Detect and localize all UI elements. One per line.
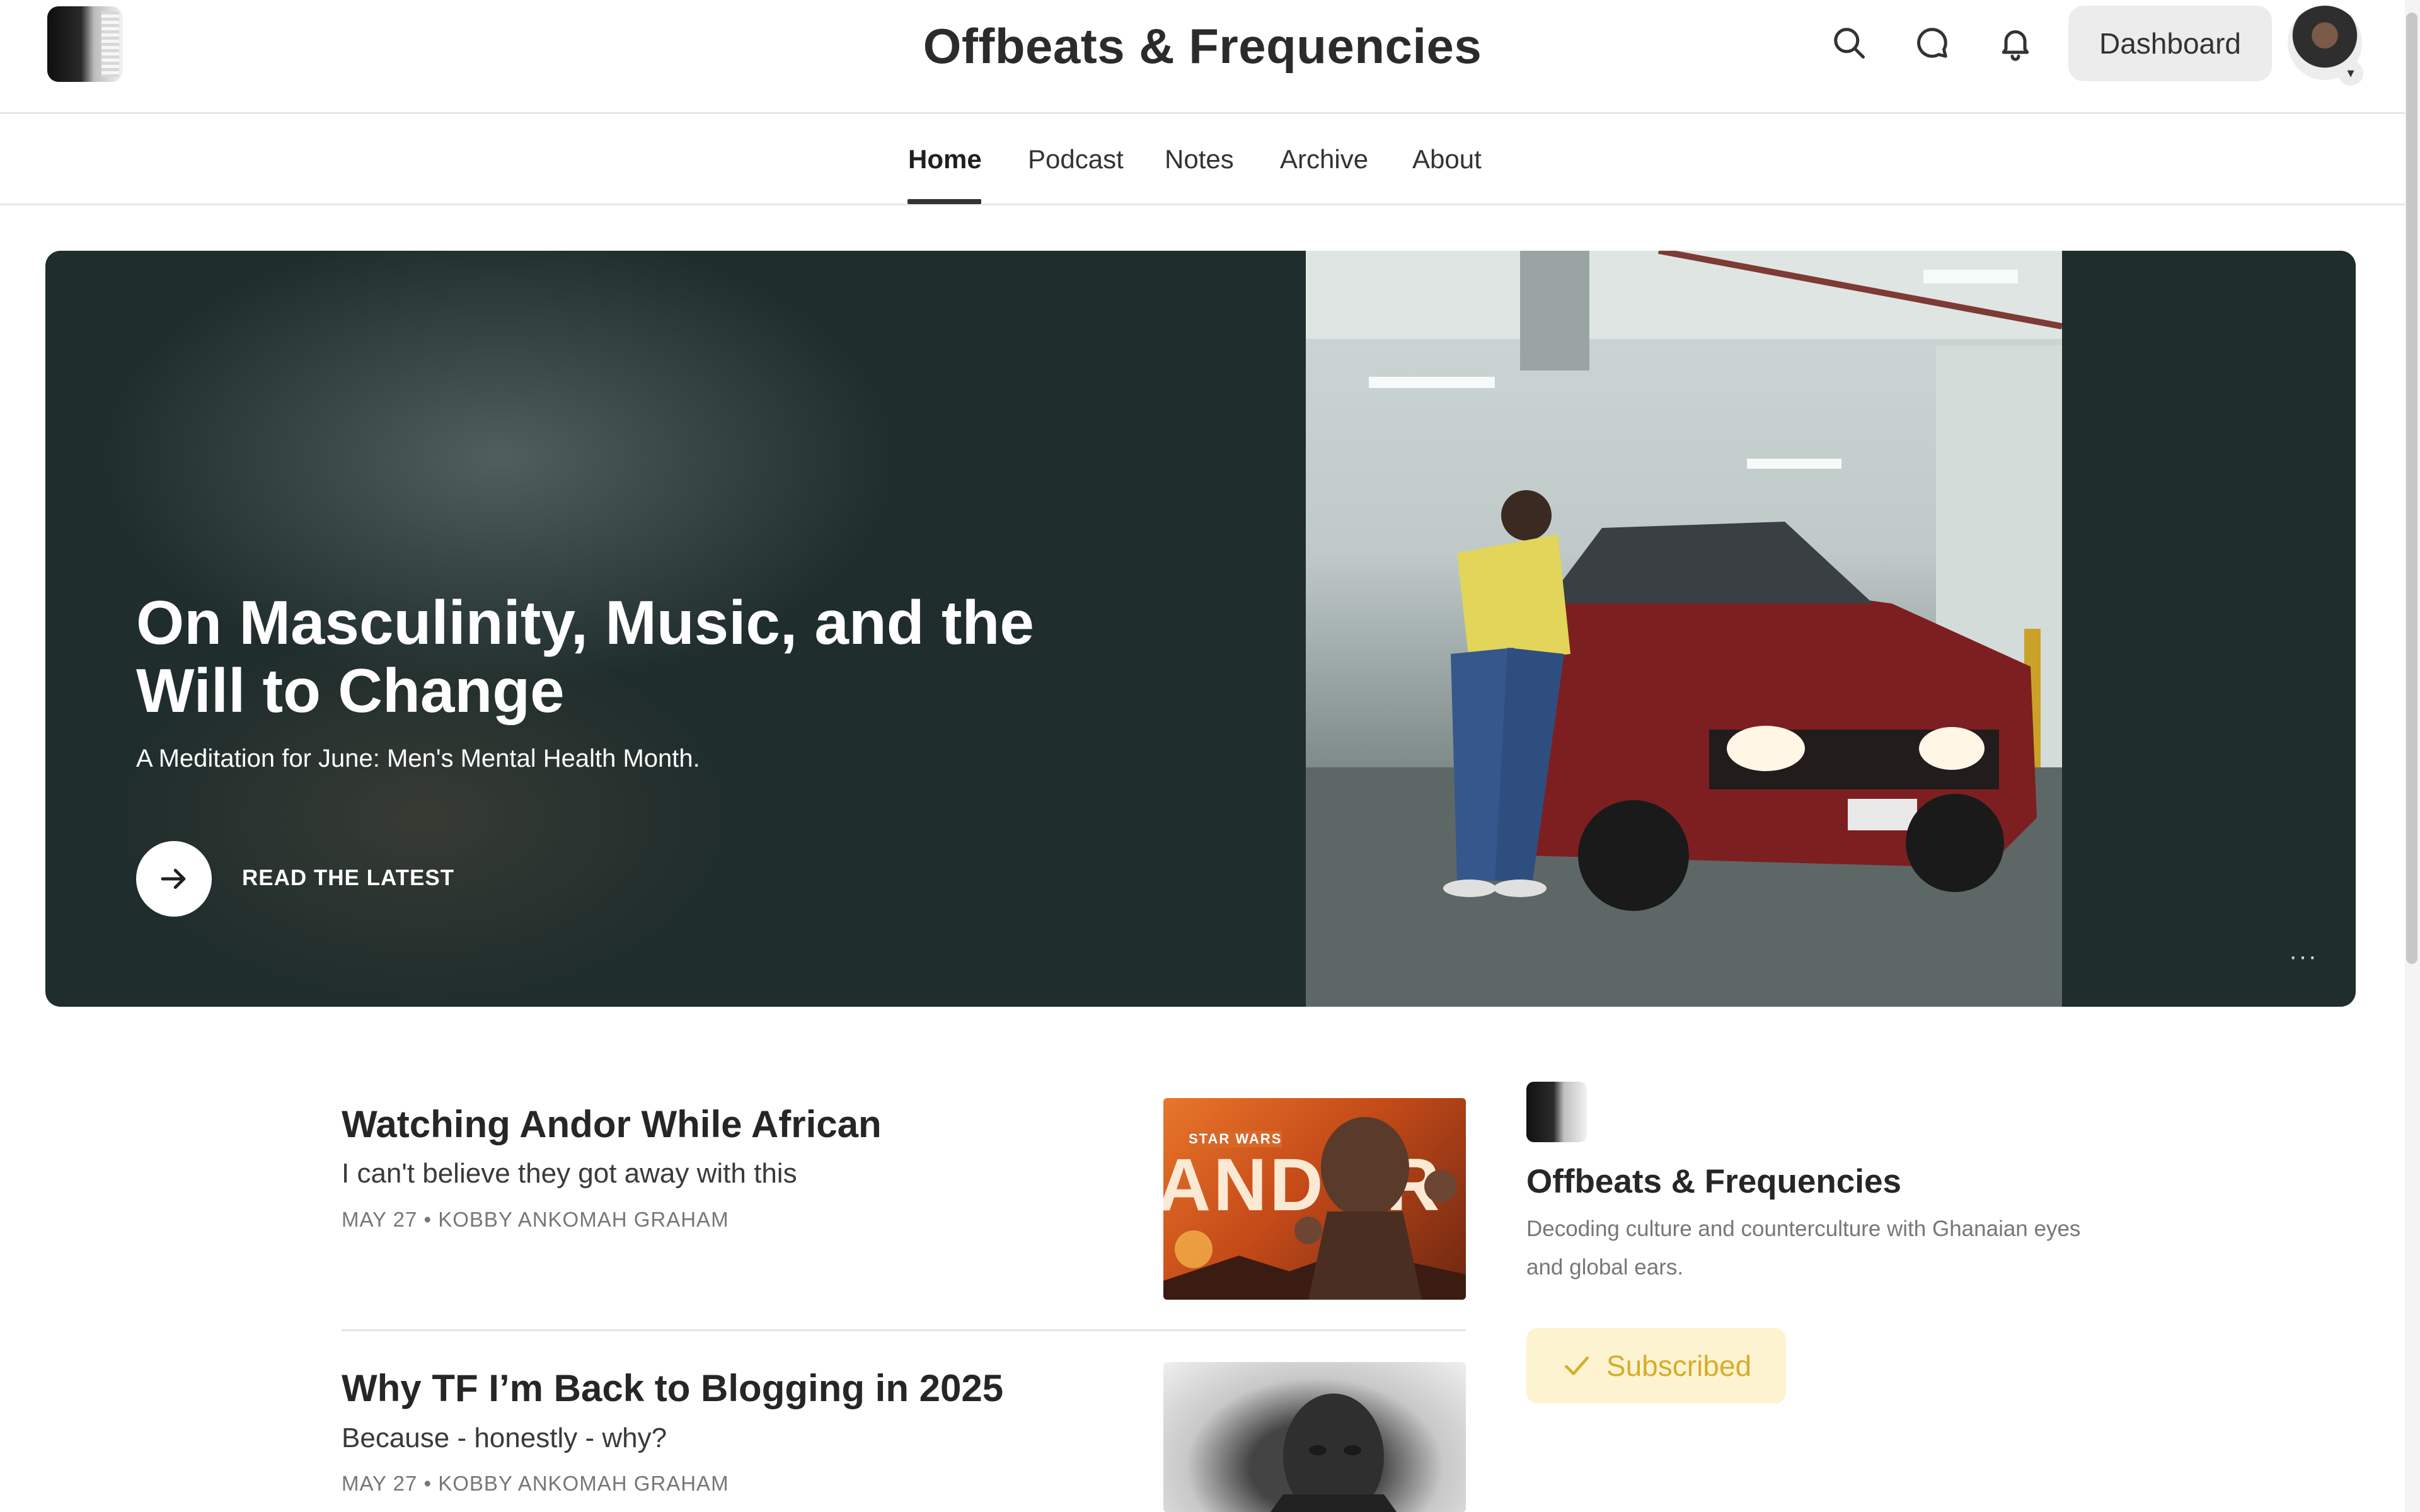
more-options-icon[interactable]: ···	[2289, 942, 2318, 971]
tab-podcast[interactable]: Podcast	[1028, 144, 1124, 175]
publication-name[interactable]: Offbeats & Frequencies	[1526, 1162, 1901, 1201]
post-meta: MAY 27 • KOBBY ANKOMAH GRAHAM	[342, 1472, 729, 1495]
chat-icon[interactable]	[1910, 20, 1955, 66]
subscribed-button[interactable]: Subscribed	[1526, 1328, 1786, 1404]
post-divider	[342, 1329, 1466, 1331]
tab-home[interactable]: Home	[908, 144, 982, 175]
nav-bar: Home Podcast Notes Archive About	[0, 114, 2405, 205]
tab-about[interactable]: About	[1412, 144, 1482, 175]
dashboard-button[interactable]: Dashboard	[2068, 6, 2272, 81]
arrow-right-icon	[161, 869, 186, 889]
post-thumbnail[interactable]: ANDOR ANDOR STAR WARS	[1163, 1098, 1466, 1300]
search-icon[interactable]	[1826, 20, 1872, 66]
site-title[interactable]: Offbeats & Frequencies	[0, 18, 2405, 75]
post-title[interactable]: Watching Andor While African	[342, 1102, 882, 1146]
read-latest-button[interactable]	[136, 841, 212, 917]
checkmark-icon	[1564, 1356, 1589, 1375]
post-subtitle[interactable]: I can't believe they got away with this	[342, 1158, 797, 1189]
publication-description: Decoding culture and counterculture with…	[1526, 1217, 2081, 1280]
tab-notes[interactable]: Notes	[1165, 144, 1234, 175]
tab-archive[interactable]: Archive	[1280, 144, 1368, 175]
active-tab-indicator	[908, 199, 981, 204]
bell-icon[interactable]	[1993, 20, 2038, 66]
hero-image	[1306, 251, 2062, 1007]
read-latest-label[interactable]: READ THE LATEST	[242, 866, 454, 891]
post-meta: MAY 27 • KOBBY ANKOMAH GRAHAM	[342, 1208, 729, 1231]
hero-title[interactable]: On Masculinity, Music, and the Will to C…	[136, 588, 1157, 724]
subscribed-label: Subscribed	[1606, 1349, 1752, 1382]
scrollbar-thumb[interactable]	[2406, 13, 2417, 964]
post-subtitle[interactable]: Because - honestly - why?	[342, 1423, 667, 1454]
publication-logo[interactable]	[1526, 1082, 1587, 1142]
thumb-portrait	[1270, 1394, 1397, 1512]
chevron-down-icon[interactable]: ▾	[2338, 60, 2363, 86]
post-title[interactable]: Why TF I’m Back to Blogging in 2025	[342, 1366, 1003, 1410]
hero-subtitle: A Meditation for June: Men's Mental Heal…	[136, 745, 700, 772]
post-thumbnail[interactable]	[1163, 1362, 1466, 1512]
hero-banner[interactable]: On Masculinity, Music, and the Will to C…	[45, 251, 2356, 1007]
thumb-artwork	[1163, 1117, 1466, 1300]
